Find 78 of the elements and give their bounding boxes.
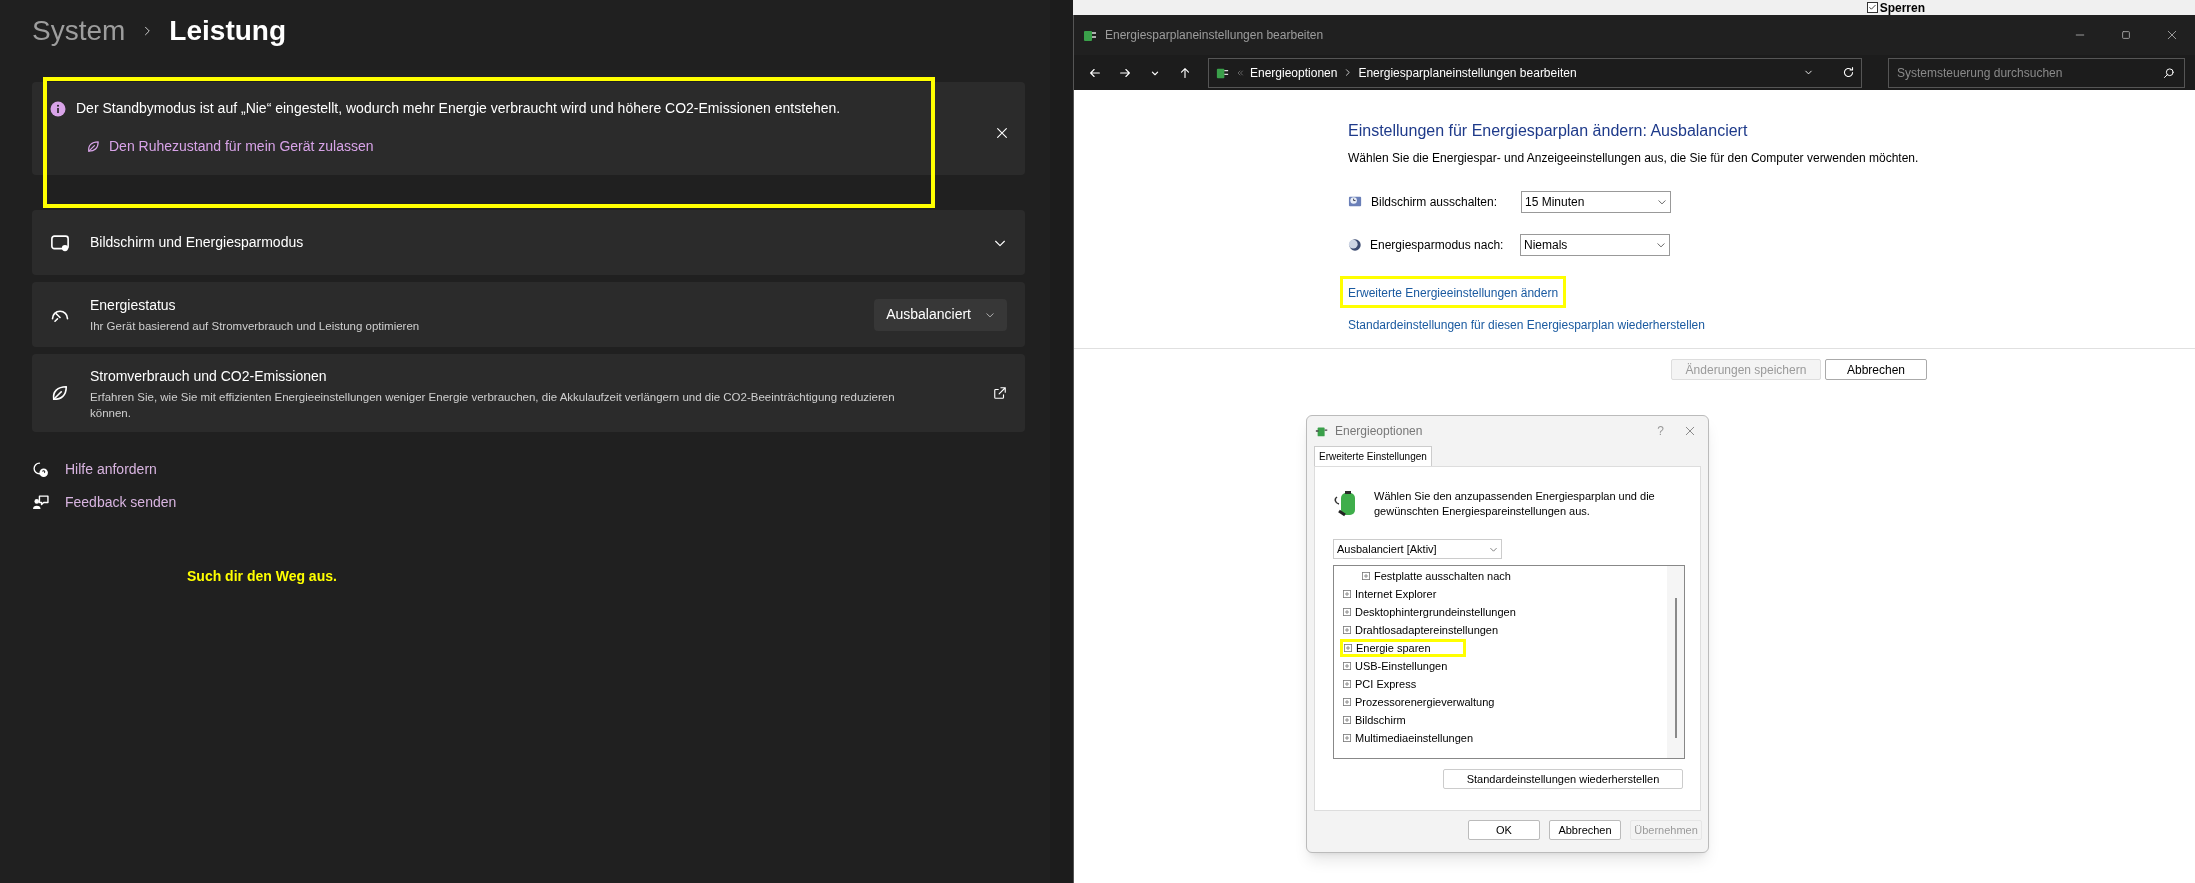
expand-icon[interactable]: [1343, 680, 1351, 688]
notification-message: Der Standbymodus ist auf „Nie“ eingestellt, wodurch mehr Energie verbraucht wird und höhere CO2-Emissionen entstehen.: [76, 99, 841, 118]
tree-item[interactable]: Prozessorenergieverwaltung: [1355, 693, 1515, 711]
expand-icon[interactable]: [1343, 698, 1351, 706]
expand-icon[interactable]: [1343, 590, 1351, 598]
info-icon: [50, 100, 66, 117]
setting-label: Energiesparmodus nach:: [1370, 236, 1505, 254]
plan-dropdown[interactable]: Ausbalanciert [Aktiv]: [1333, 539, 1502, 559]
help-link[interactable]: Feedback senden: [32, 492, 1025, 512]
feedback-icon: [32, 493, 49, 511]
tab[interactable]: Erweiterte Einstellungen: [1314, 446, 1432, 466]
leaf-icon: [86, 139, 101, 154]
tree-item[interactable]: PCI Express: [1355, 675, 1437, 693]
moon-icon: [1348, 237, 1362, 252]
expand-icon[interactable]: [1343, 608, 1351, 616]
tree-item[interactable]: Desktophintergrundeinstellungen: [1355, 603, 1536, 621]
dialog-button[interactable]: OK: [1468, 820, 1540, 840]
leaf-icon: [50, 383, 70, 403]
close-icon[interactable]: [995, 126, 1009, 140]
monitor-icon: [50, 232, 70, 253]
settings-card[interactable]: Bildschirm und Energiesparmodus: [32, 210, 1025, 275]
card-title: Stromverbrauch und CO2-Emissionen: [90, 366, 328, 386]
address-bar[interactable]: Energieoptionen Energiesparplaneinstellungen bearbeiten: [1208, 57, 1862, 88]
setting-dropdown[interactable]: 15 Minuten: [1521, 190, 1671, 213]
card-title: Bildschirm und Energiesparmodus: [90, 233, 305, 252]
tree-item[interactable]: Bildschirm: [1355, 711, 1426, 729]
tree-item[interactable]: USB-Einstellungen: [1355, 657, 1468, 675]
double-chevron-icon: [1236, 68, 1244, 77]
expand-icon[interactable]: [1344, 644, 1352, 652]
search-field[interactable]: Systemsteuerung durchsuchen: [1888, 57, 2185, 88]
checkbox[interactable]: [1866, 2, 1878, 13]
expand-icon[interactable]: [1362, 572, 1370, 580]
dialog-description: Wählen Sie den anzupassenden Energiesparplan und die gewünschten Energiespareinstellungen aus.: [1374, 489, 1656, 519]
tree-item[interactable]: Energie sparen: [1356, 639, 1431, 657]
help-link[interactable]: Hilfe anfordern: [32, 459, 1025, 479]
tree-item[interactable]: Festplatte ausschalten nach: [1374, 567, 1531, 585]
help-chat-icon: [32, 460, 49, 478]
checkmark-icon: [1867, 3, 1877, 12]
card-description: Erfahren Sie, wie Sie mit effizienten Energieeinstellungen weniger Energie verbrauchen, die Akkulaufzeit verlängern und die CO2-Beeinträchtigung reduzieren können.: [90, 389, 896, 421]
tree-item[interactable]: Internet Explorer: [1355, 585, 1457, 603]
up-icon[interactable]: [1178, 65, 1192, 80]
window-title: Energiesparplaneinstellungen bearbeiten: [1105, 27, 1325, 44]
refresh-icon[interactable]: [1842, 66, 1855, 79]
page-description: Wählen Sie die Energiespar- und Anzeigeeinstellungen aus, die Sie für den Computer verwenden möchten.: [1348, 150, 1920, 167]
maximize-icon[interactable]: [2120, 29, 2132, 41]
dialog-button[interactable]: Abbrechen: [1825, 359, 1927, 380]
external-link-icon[interactable]: [993, 386, 1007, 400]
sleep-link[interactable]: Den Ruhezustand für mein Gerät zulassen: [86, 136, 995, 157]
search-icon[interactable]: [2163, 66, 2175, 79]
settings-link[interactable]: Standardeinstellungen für diesen Energiesparplan wiederherstellen: [1348, 316, 1705, 334]
breadcrumb-item[interactable]: System: [32, 10, 126, 52]
expand-icon[interactable]: [1343, 734, 1351, 742]
dialog-button[interactable]: Abbrechen: [1549, 820, 1621, 840]
card-description: Ihr Gerät basierend auf Stromverbrauch und Leistung optimieren: [90, 319, 421, 334]
expand-icon[interactable]: [1343, 662, 1351, 670]
page-heading: Einstellungen für Energiesparplan ändern: Ausbalanciert: [1348, 121, 1749, 141]
annotation-text: Such dir den Weg aus.: [187, 567, 338, 586]
checkbox-label: Sperren: [1879, 1, 1925, 14]
settings-card[interactable]: Stromverbrauch und CO2-Emissionen Erfahren Sie, wie Sie mit effizienten Energieeinstellungen weniger Energie verbrauchen, die Akkulaufzeit verlängern und die CO2-Beeinträchtigung reduzieren können.: [32, 354, 1025, 432]
breadcrumb-item[interactable]: Energiesparplaneinstellungen bearbeiten: [1358, 63, 1577, 82]
power-mode-dropdown[interactable]: Ausbalanciert: [874, 298, 1007, 331]
card-title: Energiestatus: [90, 296, 177, 315]
settings-link[interactable]: Erweiterte Energieeinstellungen ändern: [1348, 286, 1559, 300]
settings-card[interactable]: Energiestatus Ihr Gerät basierend auf Stromverbrauch und Leistung optimieren Ausbalanciert: [32, 282, 1025, 347]
expand-icon[interactable]: [1343, 716, 1351, 724]
breadcrumb-item: Leistung: [169, 14, 287, 48]
scrollbar-thumb[interactable]: [1674, 598, 1677, 738]
expand-icon[interactable]: [1343, 626, 1351, 634]
tree-item[interactable]: Multimediaeinstellungen: [1355, 729, 1493, 747]
close-icon[interactable]: [2166, 29, 2178, 41]
monitor-clock-icon: [1348, 194, 1363, 209]
chevron-right-icon: [1343, 68, 1353, 77]
tree-item[interactable]: Drahtlosadaptereinstellungen: [1355, 621, 1519, 639]
setting-label: Bildschirm ausschalten:: [1371, 193, 1499, 211]
restore-defaults-button[interactable]: Standardeinstellungen wiederherstellen: [1443, 769, 1683, 789]
breadcrumb-item[interactable]: Energieoptionen: [1250, 63, 1338, 82]
setting-dropdown[interactable]: Niemals: [1520, 233, 1670, 256]
dialog-title: Energieoptionen: [1335, 423, 1424, 440]
